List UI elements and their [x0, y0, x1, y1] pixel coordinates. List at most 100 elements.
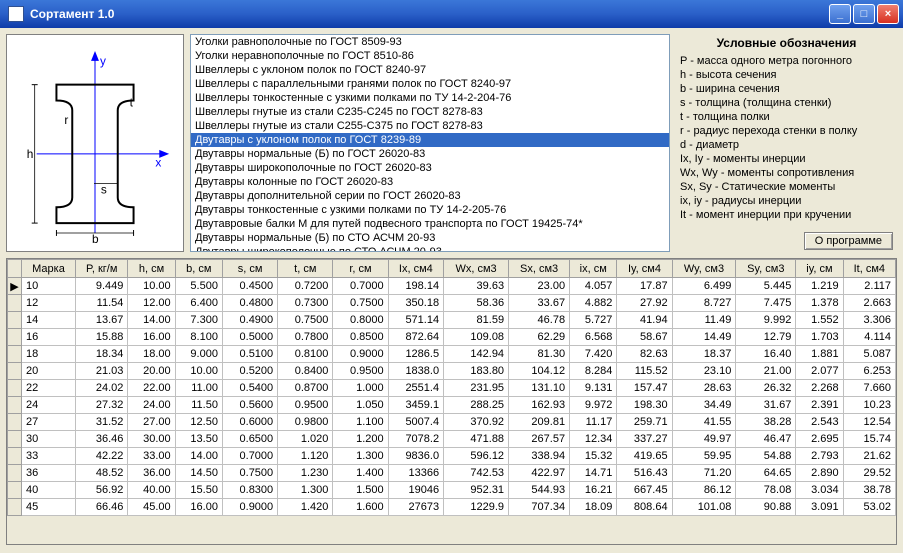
list-item[interactable]: Двутавры нормальные (Б) по СТО АСЧМ 20-9… — [191, 231, 669, 245]
list-item[interactable]: Двутавры широкополочные по СТО АСЧМ 20-9… — [191, 245, 669, 252]
cell: 14.50 — [175, 465, 222, 482]
list-item[interactable]: Двутавры широкополочные по ГОСТ 26020-83 — [191, 161, 669, 175]
column-header[interactable]: Wy, см3 — [672, 260, 736, 278]
column-header[interactable]: Iy, см4 — [617, 260, 672, 278]
column-header[interactable]: s, см — [222, 260, 277, 278]
cell: 2.793 — [796, 448, 843, 465]
cell: 104.12 — [509, 363, 570, 380]
list-item[interactable]: Уголки неравнополочные по ГОСТ 8510-86 — [191, 49, 669, 63]
column-header[interactable]: b, см — [175, 260, 222, 278]
column-header[interactable]: P, кг/м — [75, 260, 127, 278]
list-item[interactable]: Швеллеры гнутые из стали С235-С245 по ГО… — [191, 105, 669, 119]
cell: 0.7500 — [333, 295, 388, 312]
column-header[interactable]: Марка — [22, 260, 76, 278]
cell: 1.400 — [333, 465, 388, 482]
cell: 66.46 — [75, 499, 127, 516]
table-row[interactable]: 3648.5236.0014.500.75001.2301.4001336674… — [8, 465, 896, 482]
table-row[interactable]: 4056.9240.0015.500.83001.3001.5001904695… — [8, 482, 896, 499]
list-item[interactable]: Двутавры тонкостенные с узкими полками п… — [191, 203, 669, 217]
cell: 9.972 — [570, 397, 617, 414]
legend-line: ix, iy - радиусы инерции — [680, 194, 893, 208]
row-marker — [8, 431, 22, 448]
table-row[interactable]: 4566.4645.0016.000.90001.4201.6002767312… — [8, 499, 896, 516]
list-item[interactable]: Швеллеры гнутые из стали С255-С375 по ГО… — [191, 119, 669, 133]
cell: 90.88 — [736, 499, 796, 516]
cell: 0.4900 — [222, 312, 277, 329]
cell: 5.445 — [736, 278, 796, 295]
cell: 1.200 — [333, 431, 388, 448]
table-row[interactable]: 1211.5412.006.4000.48000.73000.7500350.1… — [8, 295, 896, 312]
cell: 23.10 — [672, 363, 736, 380]
cell: 4.114 — [843, 329, 895, 346]
list-item[interactable]: Швеллеры тонкостенные с узкими полками п… — [191, 91, 669, 105]
cell: 15.50 — [175, 482, 222, 499]
table-row[interactable]: 3036.4630.0013.500.65001.0201.2007078.24… — [8, 431, 896, 448]
column-header[interactable]: Wx, см3 — [444, 260, 509, 278]
about-button[interactable]: О программе — [804, 232, 893, 250]
cell: 337.27 — [617, 431, 672, 448]
cell: 7.660 — [843, 380, 895, 397]
cell: 0.6500 — [222, 431, 277, 448]
table-row[interactable]: 1818.3418.009.0000.51000.81000.90001286.… — [8, 346, 896, 363]
column-header[interactable]: t, см — [278, 260, 333, 278]
cell: 0.5100 — [222, 346, 277, 363]
cell: 1.300 — [333, 448, 388, 465]
cell: 16.21 — [570, 482, 617, 499]
list-item[interactable]: Двутавры дополнительной серии по ГОСТ 26… — [191, 189, 669, 203]
minimize-button[interactable]: _ — [829, 4, 851, 24]
row-marker — [8, 363, 22, 380]
cell: 58.67 — [617, 329, 672, 346]
list-item[interactable]: Двутавровые балки М для путей подвесного… — [191, 217, 669, 231]
close-button[interactable]: × — [877, 4, 899, 24]
cell: 36.46 — [75, 431, 127, 448]
cell: 10.23 — [843, 397, 895, 414]
cell: 9.449 — [75, 278, 127, 295]
list-item[interactable]: Швеллеры с параллельными гранями полок п… — [191, 77, 669, 91]
cell: 16.00 — [128, 329, 175, 346]
maximize-button[interactable]: □ — [853, 4, 875, 24]
cell: 27673 — [388, 499, 443, 516]
list-item[interactable]: Двутавры колонные по ГОСТ 26020-83 — [191, 175, 669, 189]
list-item[interactable]: Двутавры нормальные (Б) по ГОСТ 26020-83 — [191, 147, 669, 161]
cell: 2.663 — [843, 295, 895, 312]
cell: 350.18 — [388, 295, 443, 312]
column-header[interactable]: iy, см — [796, 260, 843, 278]
cell: 0.9500 — [278, 397, 333, 414]
list-item[interactable]: Уголки равнополочные по ГОСТ 8509-93 — [191, 35, 669, 49]
profile-listbox[interactable]: Уголки равнополочные по ГОСТ 8509-93Угол… — [190, 34, 670, 252]
cell: 183.80 — [444, 363, 509, 380]
table-row[interactable]: 2427.3224.0011.500.56000.95001.0503459.1… — [8, 397, 896, 414]
row-marker — [8, 499, 22, 516]
cell: 20.00 — [128, 363, 175, 380]
table-row[interactable]: 2731.5227.0012.500.60000.98001.1005007.4… — [8, 414, 896, 431]
column-header[interactable]: It, см4 — [843, 260, 895, 278]
table-row[interactable]: 3342.2233.0014.000.70001.1201.3009836.05… — [8, 448, 896, 465]
table-row[interactable]: 2224.0222.0011.000.54000.87001.0002551.4… — [8, 380, 896, 397]
column-header[interactable]: Ix, см4 — [388, 260, 443, 278]
cell: 0.4800 — [222, 295, 277, 312]
cell: 157.47 — [617, 380, 672, 397]
svg-text:y: y — [100, 54, 106, 68]
column-header[interactable]: ix, см — [570, 260, 617, 278]
table-row[interactable]: ▶109.44910.005.5000.45000.72000.7000198.… — [8, 278, 896, 295]
list-item[interactable]: Швеллеры с уклоном полок по ГОСТ 8240-97 — [191, 63, 669, 77]
cell: 6.400 — [175, 295, 222, 312]
table-row[interactable]: 1615.8816.008.1000.50000.78000.8500872.6… — [8, 329, 896, 346]
cell: 15.88 — [75, 329, 127, 346]
cell: 0.6000 — [222, 414, 277, 431]
row-marker — [8, 380, 22, 397]
column-header[interactable]: r, см — [333, 260, 388, 278]
column-header[interactable]: Sy, см3 — [736, 260, 796, 278]
column-header[interactable]: Sx, см3 — [509, 260, 570, 278]
list-item[interactable]: Двутавры с уклоном полок по ГОСТ 8239-89 — [191, 133, 669, 147]
column-header[interactable]: h, см — [128, 260, 175, 278]
data-grid[interactable]: МаркаP, кг/мh, смb, смs, смt, смr, смIx,… — [6, 258, 897, 545]
svg-text:h: h — [27, 147, 34, 161]
cell: 36 — [22, 465, 76, 482]
cell: 8.727 — [672, 295, 736, 312]
cell: 1.100 — [333, 414, 388, 431]
cell: 0.7200 — [278, 278, 333, 295]
table-row[interactable]: 1413.6714.007.3000.49000.75000.8000571.1… — [8, 312, 896, 329]
table-row[interactable]: 2021.0320.0010.000.52000.84000.95001838.… — [8, 363, 896, 380]
cell: 0.7300 — [278, 295, 333, 312]
